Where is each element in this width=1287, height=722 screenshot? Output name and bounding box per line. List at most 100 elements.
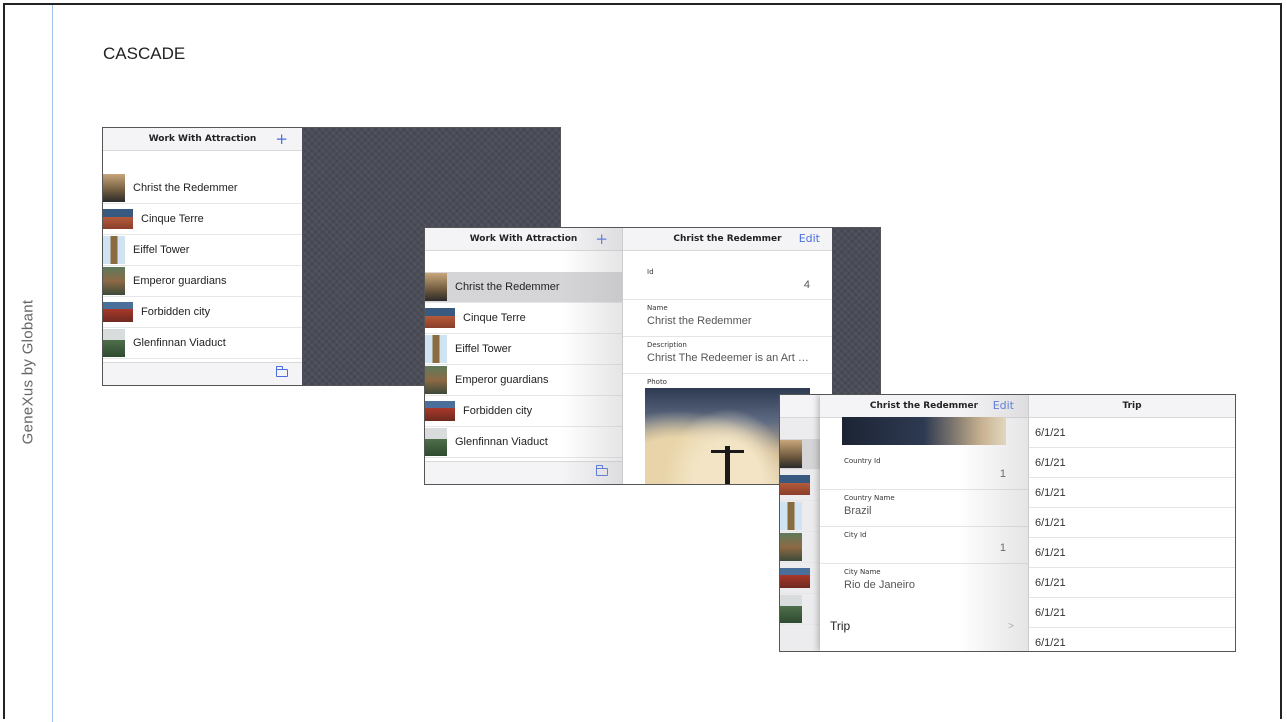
edit-button[interactable]: Edit bbox=[799, 232, 820, 245]
folder-icon[interactable] bbox=[596, 465, 608, 476]
list-item[interactable] bbox=[780, 594, 820, 625]
country-name-field: Country Name Brazil bbox=[820, 490, 1028, 527]
list-item[interactable]: Glenfinnan Viaduct bbox=[425, 427, 622, 458]
list-item-label: Christ the Redemmer bbox=[455, 281, 560, 293]
attraction-thumbnail bbox=[103, 302, 133, 322]
list-item[interactable]: Cinque Terre bbox=[425, 303, 622, 334]
list-item[interactable]: Eiffel Tower bbox=[103, 235, 302, 266]
folder-icon[interactable] bbox=[276, 366, 288, 377]
attraction-list: Christ the Redemmer Cinque Terre Eiffel … bbox=[425, 272, 622, 458]
list-nav-bar: Work With Attraction + bbox=[425, 228, 622, 251]
trip-row[interactable]: 6/1/21 bbox=[1029, 628, 1235, 651]
field-label: Photo bbox=[647, 378, 667, 386]
list-nav-title: Work With Attraction bbox=[469, 234, 578, 244]
trip-pane: Trip 6/1/21 6/1/21 6/1/21 6/1/21 6/1/21 … bbox=[1028, 395, 1235, 651]
list-item-label: Glenfinnan Viaduct bbox=[133, 337, 226, 349]
list-item[interactable]: Cinque Terre bbox=[103, 204, 302, 235]
trip-nav-bar: Trip bbox=[1029, 395, 1235, 418]
name-field: Name Christ the Redemmer bbox=[623, 300, 832, 337]
list-item[interactable]: Emperor guardians bbox=[103, 266, 302, 297]
field-value: Brazil bbox=[844, 505, 872, 517]
city-detail-pane: Christ the Redemmer Edit Country Id 1 Co… bbox=[820, 395, 1028, 651]
list-item-label: Glenfinnan Viaduct bbox=[455, 436, 548, 448]
field-label: Id bbox=[647, 268, 654, 276]
list-toolbar bbox=[425, 461, 622, 484]
field-label: City Id bbox=[844, 531, 867, 539]
attraction-thumbnail bbox=[425, 335, 447, 363]
detail-nav-title: Christ the Redemmer bbox=[673, 234, 782, 244]
field-value: 1 bbox=[999, 468, 1006, 480]
attraction-thumbnail bbox=[780, 440, 802, 468]
trip-row[interactable]: 6/1/21 bbox=[1029, 568, 1235, 598]
list-pane: Work With Attraction + Christ the Redemm… bbox=[425, 228, 622, 484]
screenshot-detail-trip: Christ the Redemmer Edit Country Id 1 Co… bbox=[779, 394, 1236, 652]
list-item-label: Emperor guardians bbox=[455, 374, 549, 386]
trip-nav-title: Trip bbox=[1122, 401, 1142, 411]
list-item-label: Forbidden city bbox=[463, 405, 533, 417]
list-item[interactable]: Eiffel Tower bbox=[425, 334, 622, 365]
list-item-label: Cinque Terre bbox=[141, 213, 204, 225]
list-item[interactable]: Glenfinnan Viaduct bbox=[103, 328, 302, 359]
list-pane-collapsed bbox=[780, 395, 820, 651]
trip-row[interactable]: 6/1/21 bbox=[1029, 418, 1235, 448]
attraction-thumbnail bbox=[425, 308, 455, 328]
trip-row[interactable]: 6/1/21 bbox=[1029, 598, 1235, 628]
list-item[interactable]: Forbidden city bbox=[425, 396, 622, 427]
attraction-thumbnail bbox=[425, 428, 447, 456]
side-divider bbox=[52, 5, 53, 722]
list-item[interactable] bbox=[780, 501, 820, 532]
slide-title: CASCADE bbox=[103, 44, 186, 63]
trip-link[interactable]: Trip > bbox=[820, 613, 1028, 639]
trip-row[interactable]: 6/1/21 bbox=[1029, 508, 1235, 538]
list-item-selected[interactable] bbox=[780, 439, 820, 470]
list-item[interactable] bbox=[780, 563, 820, 594]
field-value: Rio de Janeiro bbox=[844, 579, 915, 591]
plus-icon[interactable]: + bbox=[275, 130, 288, 148]
list-item[interactable] bbox=[780, 532, 820, 563]
attraction-list bbox=[780, 439, 820, 625]
attraction-thumbnail bbox=[425, 273, 447, 301]
list-item-label: Eiffel Tower bbox=[455, 343, 512, 355]
field-label: Description bbox=[647, 341, 687, 349]
field-label: Country Id bbox=[844, 457, 881, 465]
trip-row[interactable]: 6/1/21 bbox=[1029, 478, 1235, 508]
list-toolbar bbox=[103, 362, 302, 385]
list-nav-bar: Work With Attraction + bbox=[103, 128, 302, 151]
field-label: City Name bbox=[844, 568, 881, 576]
id-field: Id 4 bbox=[623, 264, 832, 300]
list-item-label: Eiffel Tower bbox=[133, 244, 190, 256]
list-item[interactable]: Christ the Redemmer bbox=[103, 173, 302, 204]
attraction-thumbnail bbox=[425, 366, 447, 394]
list-item-label: Forbidden city bbox=[141, 306, 211, 318]
brand-label: GeneXus by Globant bbox=[19, 299, 37, 445]
list-item[interactable]: Emperor guardians bbox=[425, 365, 622, 396]
field-label: Country Name bbox=[844, 494, 895, 502]
trip-list: 6/1/21 6/1/21 6/1/21 6/1/21 6/1/21 6/1/2… bbox=[1029, 418, 1235, 651]
attraction-thumbnail bbox=[103, 174, 125, 202]
edit-button[interactable]: Edit bbox=[993, 399, 1014, 412]
plus-icon[interactable]: + bbox=[595, 230, 608, 248]
attraction-photo bbox=[842, 417, 1006, 445]
attraction-thumbnail bbox=[103, 209, 133, 229]
trip-row[interactable]: 6/1/21 bbox=[1029, 538, 1235, 568]
list-item-label: Emperor guardians bbox=[133, 275, 227, 287]
city-name-field: City Name Rio de Janeiro bbox=[820, 564, 1028, 604]
list-item-label: Christ the Redemmer bbox=[133, 182, 238, 194]
attraction-thumbnail bbox=[780, 595, 802, 623]
country-id-field: Country Id 1 bbox=[820, 453, 1028, 490]
field-value: 4 bbox=[803, 279, 810, 291]
list-nav-title: Work With Attraction bbox=[148, 134, 257, 144]
list-item-selected[interactable]: Christ the Redemmer bbox=[425, 272, 622, 303]
list-nav-bar bbox=[780, 395, 820, 418]
description-field: Description Christ The Redeemer is an Ar… bbox=[623, 337, 832, 374]
detail-nav-bar: Christ the Redemmer Edit bbox=[623, 228, 832, 251]
field-value: Christ the Redemmer bbox=[647, 315, 752, 327]
list-item[interactable] bbox=[780, 470, 820, 501]
field-value: 1 bbox=[999, 542, 1006, 554]
trip-row[interactable]: 6/1/21 bbox=[1029, 448, 1235, 478]
field-label: Name bbox=[647, 304, 668, 312]
field-value: Christ The Redeemer is an Art De… bbox=[647, 352, 810, 364]
list-item[interactable]: Forbidden city bbox=[103, 297, 302, 328]
chevron-right-icon: > bbox=[1008, 620, 1014, 632]
attraction-thumbnail bbox=[780, 475, 810, 495]
